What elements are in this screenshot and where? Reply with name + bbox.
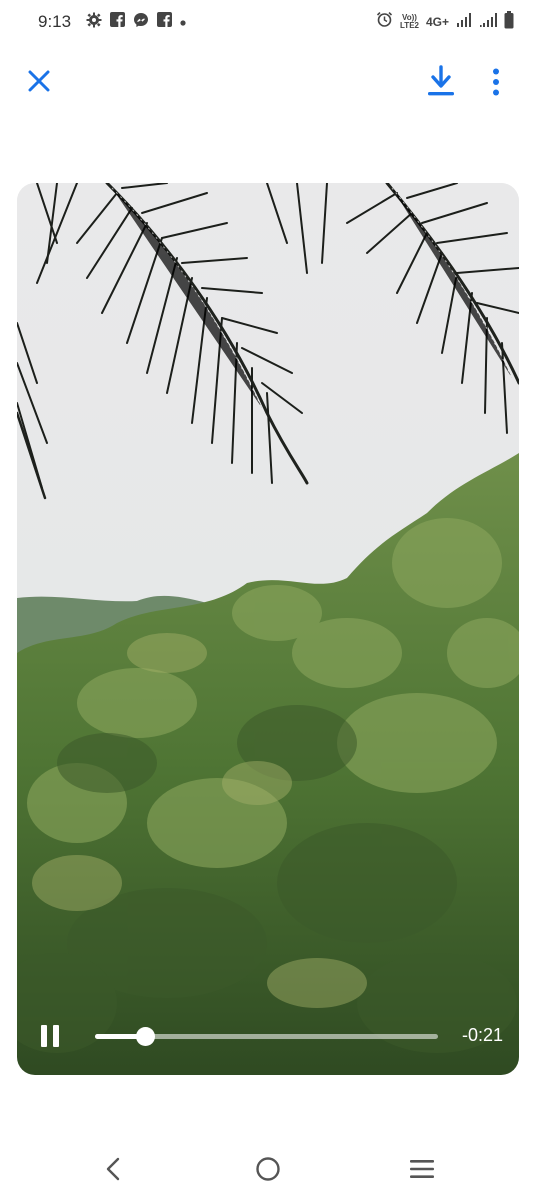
status-bar: 9:13 Vo)) LTE2 4G+ <box>0 0 536 44</box>
alarm-icon <box>376 11 393 33</box>
pause-icon <box>41 1025 47 1047</box>
back-button[interactable] <box>96 1154 130 1188</box>
facebook-icon <box>157 12 172 32</box>
network-type-label: 4G+ <box>425 15 449 29</box>
notification-dot-icon <box>180 13 186 31</box>
back-icon <box>105 1157 121 1186</box>
status-time: 9:13 <box>38 12 72 31</box>
volte-icon: Vo)) LTE2 <box>400 14 419 30</box>
video-frame-image <box>17 183 519 1075</box>
pause-button[interactable] <box>33 1019 67 1053</box>
home-button[interactable] <box>251 1154 285 1188</box>
volte-bottom-label: LTE2 <box>400 21 419 30</box>
status-icons-right: Vo)) LTE2 4G+ <box>376 10 514 34</box>
video-viewer-screen: 9:13 Vo)) LTE2 4G+ -0:21 <box>0 0 536 1200</box>
download-button[interactable] <box>424 64 458 102</box>
signal-icon <box>479 12 497 33</box>
close-button[interactable] <box>22 66 56 100</box>
video-player[interactable]: -0:21 <box>17 183 519 1075</box>
status-icons-left <box>86 12 186 32</box>
signal-icon <box>456 12 472 33</box>
home-icon <box>255 1156 281 1187</box>
messenger-icon <box>133 12 149 33</box>
seek-bar[interactable] <box>95 1027 438 1046</box>
recents-icon <box>409 1158 435 1185</box>
navigation-bar <box>0 1140 536 1200</box>
recents-button[interactable] <box>405 1154 439 1188</box>
close-icon <box>28 70 50 97</box>
remaining-time: -0:21 <box>461 1025 503 1045</box>
more-vert-icon <box>492 68 500 101</box>
video-controls: -0:21 <box>17 1005 519 1075</box>
settings-icon <box>86 12 102 33</box>
facebook-icon <box>110 12 125 32</box>
more-options-button[interactable] <box>482 66 510 102</box>
seek-thumb[interactable] <box>135 1027 155 1046</box>
battery-icon <box>504 10 514 34</box>
download-icon <box>427 64 455 102</box>
